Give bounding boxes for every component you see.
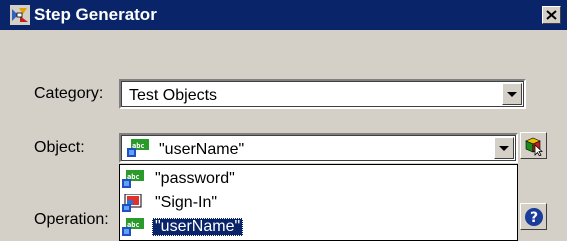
help-button[interactable]: ?	[520, 203, 547, 230]
category-value: Test Objects	[129, 87, 218, 104]
svg-text:?: ?	[529, 210, 537, 226]
webedit-icon: abc	[122, 218, 144, 236]
close-button[interactable]	[542, 6, 561, 24]
window-title: Step Generator	[34, 5, 157, 24]
select-object-button[interactable]	[520, 132, 547, 159]
category-combobox[interactable]: Test Objects	[119, 79, 526, 109]
list-item-sign-in[interactable]: "Sign-In"	[122, 191, 515, 215]
webedit-icon: abc	[127, 139, 149, 157]
object-combobox[interactable]: abc "userName"	[119, 133, 518, 163]
webimage-icon	[122, 193, 144, 212]
object-value: "userName"	[159, 141, 245, 158]
help-icon: ?	[524, 207, 543, 226]
category-label: Category:	[34, 85, 104, 102]
object-dropdown-list[interactable]: abc "password" "Sign-In" abc "userName"	[119, 164, 518, 241]
step-generator-icon	[10, 5, 30, 25]
chevron-down-icon	[499, 145, 509, 151]
close-icon	[546, 10, 557, 20]
title-bar: Step Generator	[0, 0, 567, 30]
list-item-label: "userName"	[152, 218, 244, 236]
object-dropdown-button[interactable]	[494, 137, 514, 159]
operation-label: Operation:	[34, 211, 109, 228]
webedit-icon: abc	[122, 170, 144, 188]
list-item-username[interactable]: abc "userName"	[122, 215, 515, 239]
object-label: Object:	[34, 139, 85, 156]
list-item-label: "Sign-In"	[155, 194, 218, 211]
select-object-pointer-icon	[524, 137, 543, 156]
list-item-label: "password"	[155, 170, 235, 187]
chevron-down-icon	[507, 91, 517, 97]
list-item-password[interactable]: abc "password"	[122, 167, 515, 191]
category-dropdown-button[interactable]	[502, 83, 522, 105]
